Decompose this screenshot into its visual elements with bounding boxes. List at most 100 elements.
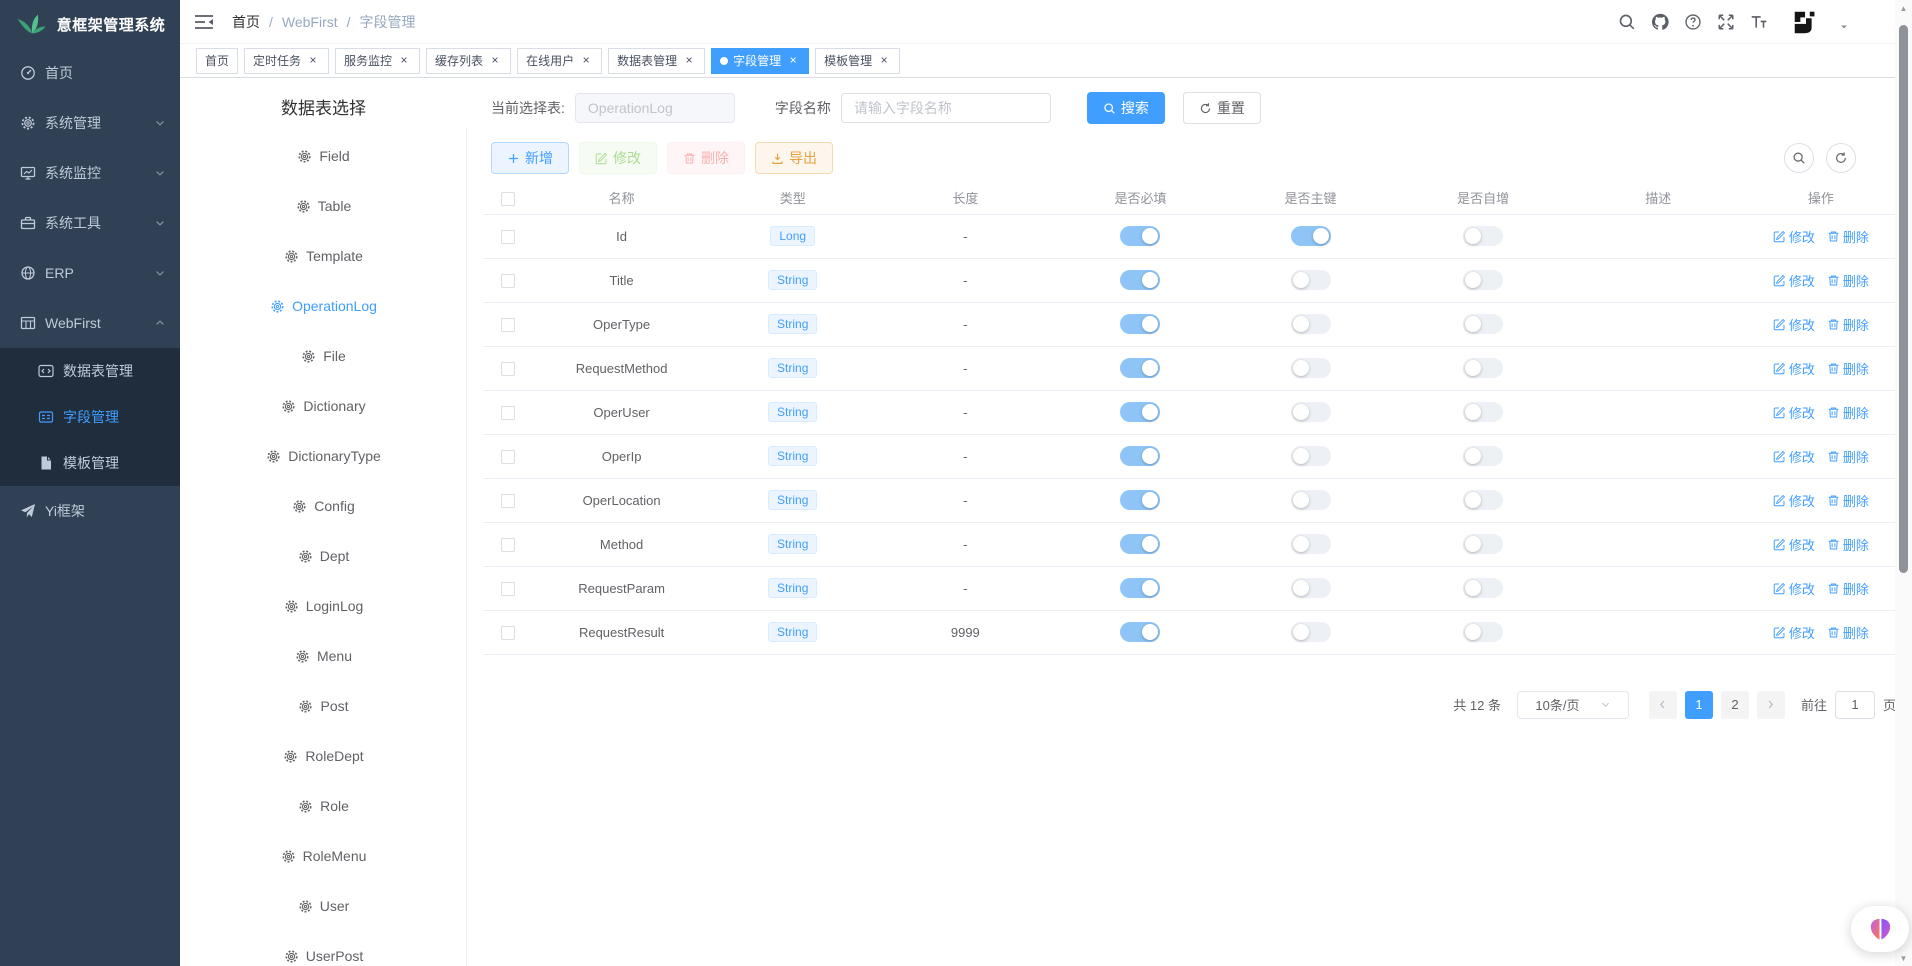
required-toggle[interactable] <box>1120 226 1160 246</box>
app-logo[interactable]: 意框架管理系统 <box>0 0 180 48</box>
tree-item-Table[interactable]: Table <box>180 181 467 231</box>
row-checkbox[interactable] <box>501 450 515 464</box>
row-checkbox[interactable] <box>501 230 515 244</box>
auto-increment-toggle[interactable] <box>1463 446 1503 466</box>
search-icon[interactable] <box>1618 13 1636 31</box>
edit-row-button[interactable]: 修改 <box>1773 579 1815 598</box>
row-checkbox[interactable] <box>501 274 515 288</box>
auto-increment-toggle[interactable] <box>1463 358 1503 378</box>
required-toggle[interactable] <box>1120 446 1160 466</box>
page-2[interactable]: 2 <box>1721 691 1749 719</box>
user-avatar[interactable] <box>1791 7 1821 37</box>
close-icon[interactable]: × <box>786 54 800 68</box>
auto-increment-toggle[interactable] <box>1463 314 1503 334</box>
required-toggle[interactable] <box>1120 578 1160 598</box>
row-checkbox[interactable] <box>501 538 515 552</box>
auto-increment-toggle[interactable] <box>1463 622 1503 642</box>
fullscreen-icon[interactable] <box>1717 13 1735 31</box>
required-toggle[interactable] <box>1120 270 1160 290</box>
scrollbar-thumb[interactable] <box>1899 25 1908 573</box>
tree-item-Dictionary[interactable]: Dictionary <box>180 381 467 431</box>
tab-field-manage[interactable]: 字段管理× <box>711 48 809 74</box>
required-toggle[interactable] <box>1120 402 1160 422</box>
sidebar-item-field-manage[interactable]: 字段管理 <box>0 394 180 440</box>
tree-item-Template[interactable]: Template <box>180 231 467 281</box>
required-toggle[interactable] <box>1120 490 1160 510</box>
sidebar-item-system-monitor[interactable]: 系统监控 <box>0 148 180 198</box>
delete-row-button[interactable]: 删除 <box>1827 359 1869 378</box>
caret-down-icon[interactable] <box>1838 21 1850 33</box>
tree-item-RoleDept[interactable]: RoleDept <box>180 731 467 781</box>
sidebar-item-table-manage[interactable]: 数据表管理 <box>0 348 180 394</box>
required-toggle[interactable] <box>1120 534 1160 554</box>
row-checkbox[interactable] <box>501 362 515 376</box>
row-checkbox[interactable] <box>501 406 515 420</box>
auto-increment-toggle[interactable] <box>1463 578 1503 598</box>
reset-button[interactable]: 重置 <box>1183 92 1261 124</box>
primary-key-toggle[interactable] <box>1291 226 1331 246</box>
tree-item-LoginLog[interactable]: LoginLog <box>180 581 467 631</box>
edit-row-button[interactable]: 修改 <box>1773 491 1815 510</box>
page-scrollbar[interactable]: ▲ ▼ <box>1895 0 1912 966</box>
sidebar-item-erp[interactable]: ERP <box>0 248 180 298</box>
tab-template-manage[interactable]: 模板管理× <box>815 48 900 74</box>
auto-increment-toggle[interactable] <box>1463 534 1503 554</box>
close-icon[interactable]: × <box>579 54 593 68</box>
edit-row-button[interactable]: 修改 <box>1773 447 1815 466</box>
tree-item-Role[interactable]: Role <box>180 781 467 831</box>
edit-row-button[interactable]: 修改 <box>1773 535 1815 554</box>
sidebar-item-home[interactable]: 首页 <box>0 48 180 98</box>
github-icon[interactable] <box>1651 13 1669 31</box>
tab-service-monitor[interactable]: 服务监控× <box>335 48 420 74</box>
required-toggle[interactable] <box>1120 314 1160 334</box>
sidebar-item-yi-framework[interactable]: Yi框架 <box>0 486 180 536</box>
edit-row-button[interactable]: 修改 <box>1773 315 1815 334</box>
primary-key-toggle[interactable] <box>1291 314 1331 334</box>
tree-item-Dept[interactable]: Dept <box>180 531 467 581</box>
delete-row-button[interactable]: 删除 <box>1827 227 1869 246</box>
tab-scheduled-tasks[interactable]: 定时任务× <box>244 48 329 74</box>
primary-key-toggle[interactable] <box>1291 446 1331 466</box>
close-icon[interactable]: × <box>306 54 320 68</box>
edit-row-button[interactable]: 修改 <box>1773 271 1815 290</box>
refresh-table-button[interactable] <box>1826 143 1856 173</box>
edit-row-button[interactable]: 修改 <box>1773 359 1815 378</box>
page-1[interactable]: 1 <box>1685 691 1713 719</box>
delete-button[interactable]: 删除 <box>667 142 745 174</box>
row-checkbox[interactable] <box>501 582 515 596</box>
close-icon[interactable]: × <box>397 54 411 68</box>
auto-increment-toggle[interactable] <box>1463 270 1503 290</box>
help-icon[interactable] <box>1684 13 1702 31</box>
tree-item-OperationLog[interactable]: OperationLog <box>180 281 467 331</box>
tree-item-Menu[interactable]: Menu <box>180 631 467 681</box>
breadcrumb-webfirst[interactable]: WebFirst <box>282 14 338 30</box>
close-icon[interactable]: × <box>682 54 696 68</box>
delete-row-button[interactable]: 删除 <box>1827 271 1869 290</box>
sidebar-item-system-tools[interactable]: 系统工具 <box>0 198 180 248</box>
scroll-down-arrow-icon[interactable]: ▼ <box>1895 954 1912 963</box>
edit-row-button[interactable]: 修改 <box>1773 623 1815 642</box>
prev-page-button[interactable] <box>1649 691 1677 719</box>
tree-item-UserPost[interactable]: UserPost <box>180 931 467 966</box>
primary-key-toggle[interactable] <box>1291 490 1331 510</box>
sidebar-item-webfirst[interactable]: WebFirst <box>0 298 180 348</box>
close-icon[interactable]: × <box>877 54 891 68</box>
primary-key-toggle[interactable] <box>1291 534 1331 554</box>
tree-item-DictionaryType[interactable]: DictionaryType <box>180 431 467 481</box>
tab-cache-list[interactable]: 缓存列表× <box>426 48 511 74</box>
delete-row-button[interactable]: 删除 <box>1827 491 1869 510</box>
row-checkbox[interactable] <box>501 494 515 508</box>
scroll-up-arrow-icon[interactable]: ▲ <box>1895 4 1912 13</box>
show-search-button[interactable] <box>1784 143 1814 173</box>
tree-item-Config[interactable]: Config <box>180 481 467 531</box>
ai-assistant-button[interactable] <box>1851 906 1909 952</box>
required-toggle[interactable] <box>1120 358 1160 378</box>
auto-increment-toggle[interactable] <box>1463 226 1503 246</box>
primary-key-toggle[interactable] <box>1291 270 1331 290</box>
tree-item-Post[interactable]: Post <box>180 681 467 731</box>
hamburger-icon[interactable] <box>194 14 214 30</box>
close-icon[interactable]: × <box>488 54 502 68</box>
tree-item-Field[interactable]: Field <box>180 131 467 181</box>
delete-row-button[interactable]: 删除 <box>1827 447 1869 466</box>
search-button[interactable]: 搜索 <box>1087 92 1165 124</box>
